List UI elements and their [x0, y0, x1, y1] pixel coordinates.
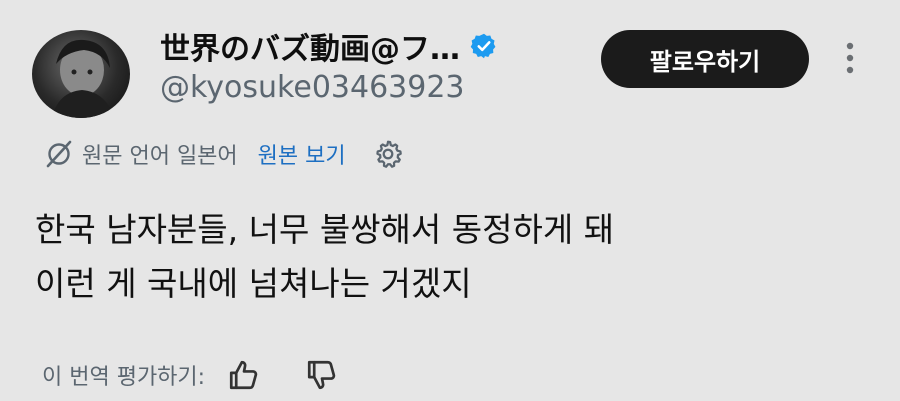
post-body-line: 이런 게 국내에 넘쳐나는 거겠지: [35, 264, 472, 303]
globe-off-icon: [44, 139, 74, 169]
source-language-label: 원문 언어 일본어: [82, 144, 238, 169]
more-vertical-icon[interactable]: [840, 38, 860, 78]
rate-translation-row: 이 번역 평가하기:: [42, 358, 339, 392]
thumbs-up-icon[interactable]: [227, 358, 261, 392]
display-name-row: 世界のバズ動画@フ…: [160, 24, 498, 68]
display-name[interactable]: 世界のバズ動画@フ…: [160, 24, 460, 68]
verified-badge-icon: [470, 32, 498, 60]
thumbs-down-icon[interactable]: [305, 358, 339, 392]
avatar[interactable]: [32, 30, 130, 118]
translation-bar: 원문 언어 일본어 원본 보기: [44, 138, 404, 170]
post-body: 한국 남자분들, 너무 불쌍해서 동정하게 돼 이런 게 국내에 넘쳐나는 거겠…: [35, 203, 614, 311]
avatar-photo: [52, 39, 114, 118]
show-original-link[interactable]: 원본 보기: [258, 138, 346, 170]
post-body-line: 한국 남자분들, 너무 불쌍해서 동정하게 돼: [35, 210, 615, 249]
rate-translation-label: 이 번역 평가하기:: [42, 365, 206, 390]
follow-button[interactable]: 팔로우하기: [601, 30, 809, 88]
translated-post: 世界のバズ動画@フ… @kyosuke03463923 팔로우하기 원문 언어 …: [0, 0, 900, 401]
user-handle[interactable]: @kyosuke03463923: [160, 70, 465, 105]
gear-icon[interactable]: [372, 138, 404, 170]
